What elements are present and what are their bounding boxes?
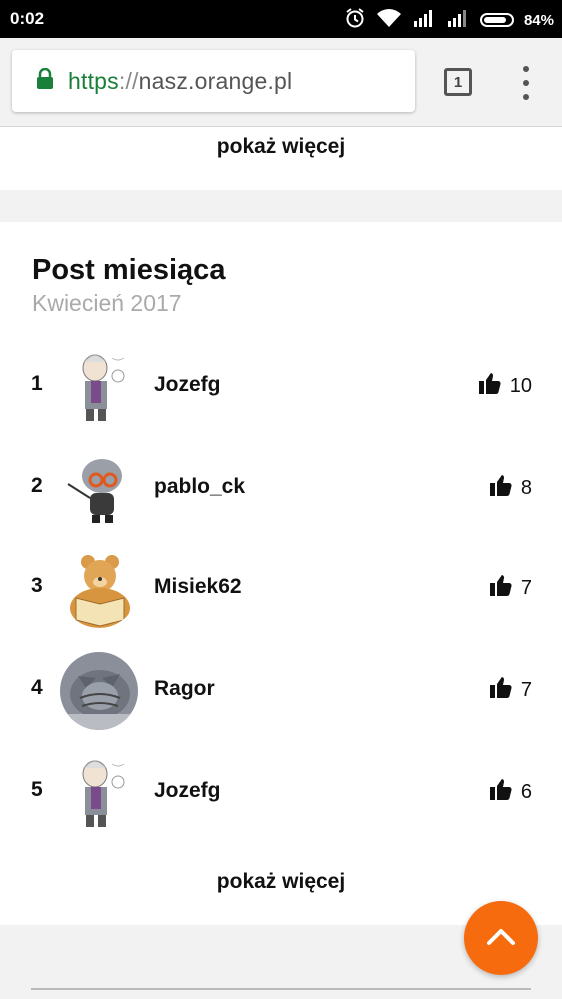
like-count-value: 6: [520, 780, 532, 803]
like-count-value: 10: [509, 374, 532, 397]
signal-icon: [412, 9, 436, 31]
thumbs-up-icon: [489, 777, 513, 807]
like-count: 7: [489, 573, 532, 603]
thumbs-up-icon: [478, 371, 502, 401]
wifi-icon: [376, 8, 402, 32]
section-title: Post miesiąca: [32, 254, 226, 286]
thumbs-up-icon: [489, 675, 513, 705]
rank-number: 4: [31, 676, 43, 699]
thumbs-up-icon: [489, 473, 513, 503]
ranking-row[interactable]: 2 pablo_ck 8: [0, 448, 562, 528]
previous-section-card: pokaż więcej: [0, 127, 562, 190]
like-count: 6: [489, 777, 532, 807]
more-vert-icon[interactable]: [518, 66, 534, 100]
ranking-row[interactable]: 3 Misiek62 7: [0, 548, 562, 628]
show-more-link[interactable]: pokaż więcej: [0, 870, 562, 894]
alarm-icon: [344, 7, 366, 33]
browser-toolbar: https://nasz.orange.pl 1: [0, 38, 562, 127]
like-count: 7: [489, 675, 532, 705]
signal-icon-2: [446, 9, 470, 31]
cartoon-teacher-avatar[interactable]: [60, 450, 138, 528]
teddy-bear-avatar[interactable]: [60, 550, 138, 628]
url-text: https://nasz.orange.pl: [68, 68, 292, 95]
user-name[interactable]: pablo_ck: [154, 475, 245, 499]
professor-avatar[interactable]: [60, 754, 138, 832]
post-of-month-card: Post miesiąca Kwiecień 2017 1 Jozefg 10 …: [0, 222, 562, 925]
like-count-value: 7: [520, 678, 532, 701]
scroll-to-top-button[interactable]: [464, 901, 538, 975]
like-count-value: 7: [520, 576, 532, 599]
address-bar[interactable]: https://nasz.orange.pl: [12, 50, 415, 112]
divider: [31, 988, 531, 990]
ranking-row[interactable]: 4 Ragor 7: [0, 650, 562, 730]
ranking-row[interactable]: 1 Jozefg 10: [0, 346, 562, 426]
rank-number: 5: [31, 778, 43, 801]
battery-icon: [479, 13, 514, 27]
ranking-row[interactable]: 5 Jozefg 6: [0, 752, 562, 832]
like-count: 10: [478, 371, 532, 401]
url-scheme: https: [68, 67, 119, 94]
like-count-value: 8: [520, 476, 532, 499]
user-name[interactable]: Jozefg: [154, 779, 221, 803]
cat-photo-avatar[interactable]: [60, 652, 138, 730]
rank-number: 2: [31, 474, 43, 497]
user-name[interactable]: Jozefg: [154, 373, 221, 397]
chevron-up-icon: [486, 926, 516, 951]
professor-avatar[interactable]: [60, 348, 138, 426]
tab-switcher-button[interactable]: 1: [444, 68, 472, 96]
thumbs-up-icon: [489, 573, 513, 603]
status-bar: 0:02 84%: [0, 0, 562, 38]
user-name[interactable]: Misiek62: [154, 575, 242, 599]
battery-percent: 84%: [523, 11, 554, 29]
show-more-link[interactable]: pokaż więcej: [0, 135, 562, 159]
rank-number: 3: [31, 574, 43, 597]
url-host: nasz.orange.pl: [138, 67, 293, 94]
rank-number: 1: [31, 372, 43, 395]
lock-icon: [36, 67, 54, 95]
like-count: 8: [489, 473, 532, 503]
user-name[interactable]: Ragor: [154, 677, 215, 701]
status-time: 0:02: [10, 9, 45, 28]
url-separator: ://: [118, 67, 139, 94]
section-period: Kwiecień 2017: [32, 290, 182, 316]
